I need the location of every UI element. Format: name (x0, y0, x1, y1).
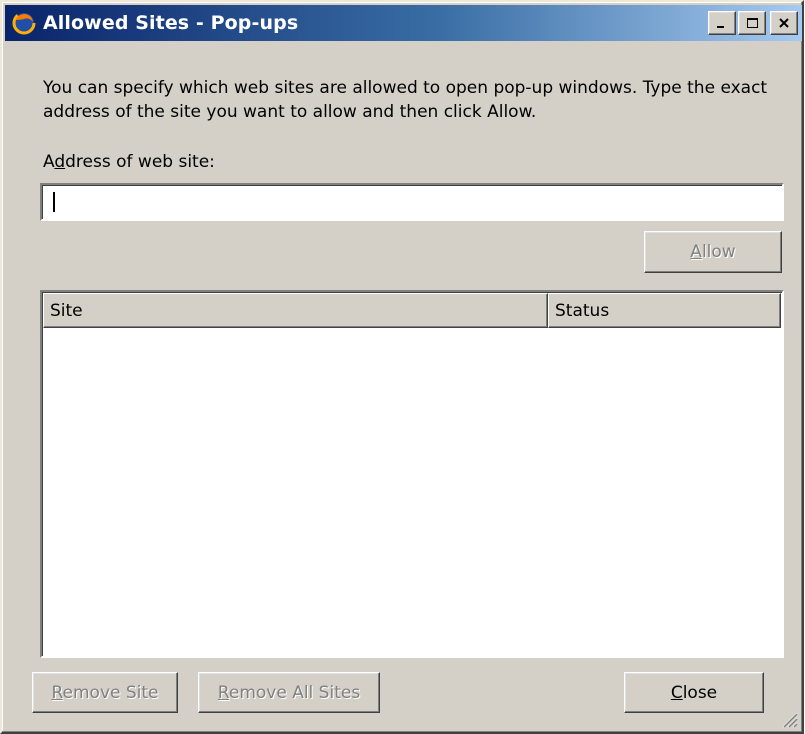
list-header: Site Status (43, 293, 781, 328)
maximize-button[interactable] (738, 11, 766, 35)
column-header-status[interactable]: Status (548, 293, 781, 328)
text-caret (53, 192, 55, 212)
close-window-button[interactable] (770, 11, 798, 35)
window-controls (708, 11, 798, 35)
dialog-window: Allowed Sites - Pop-ups You can specify … (0, 0, 804, 734)
column-header-site[interactable]: Site (43, 293, 548, 328)
address-label: Address of web site: (43, 152, 215, 172)
address-input[interactable] (40, 183, 784, 221)
maximize-icon (746, 18, 758, 28)
allow-button[interactable]: Allow (644, 231, 782, 273)
resize-grip-icon[interactable] (780, 710, 798, 728)
close-button[interactable]: Close (624, 672, 764, 713)
remove-site-button[interactable]: Remove Site (32, 672, 178, 713)
close-icon (779, 18, 789, 28)
description-text: You can specify which web sites are allo… (43, 78, 768, 122)
firefox-icon (11, 10, 37, 36)
minimize-icon (717, 26, 724, 28)
remove-all-sites-button[interactable]: Remove All Sites (198, 672, 380, 713)
window-title: Allowed Sites - Pop-ups (43, 12, 299, 34)
title-bar[interactable]: Allowed Sites - Pop-ups (5, 5, 802, 41)
minimize-button[interactable] (708, 11, 736, 35)
allowed-sites-list[interactable]: Site Status (40, 290, 784, 658)
